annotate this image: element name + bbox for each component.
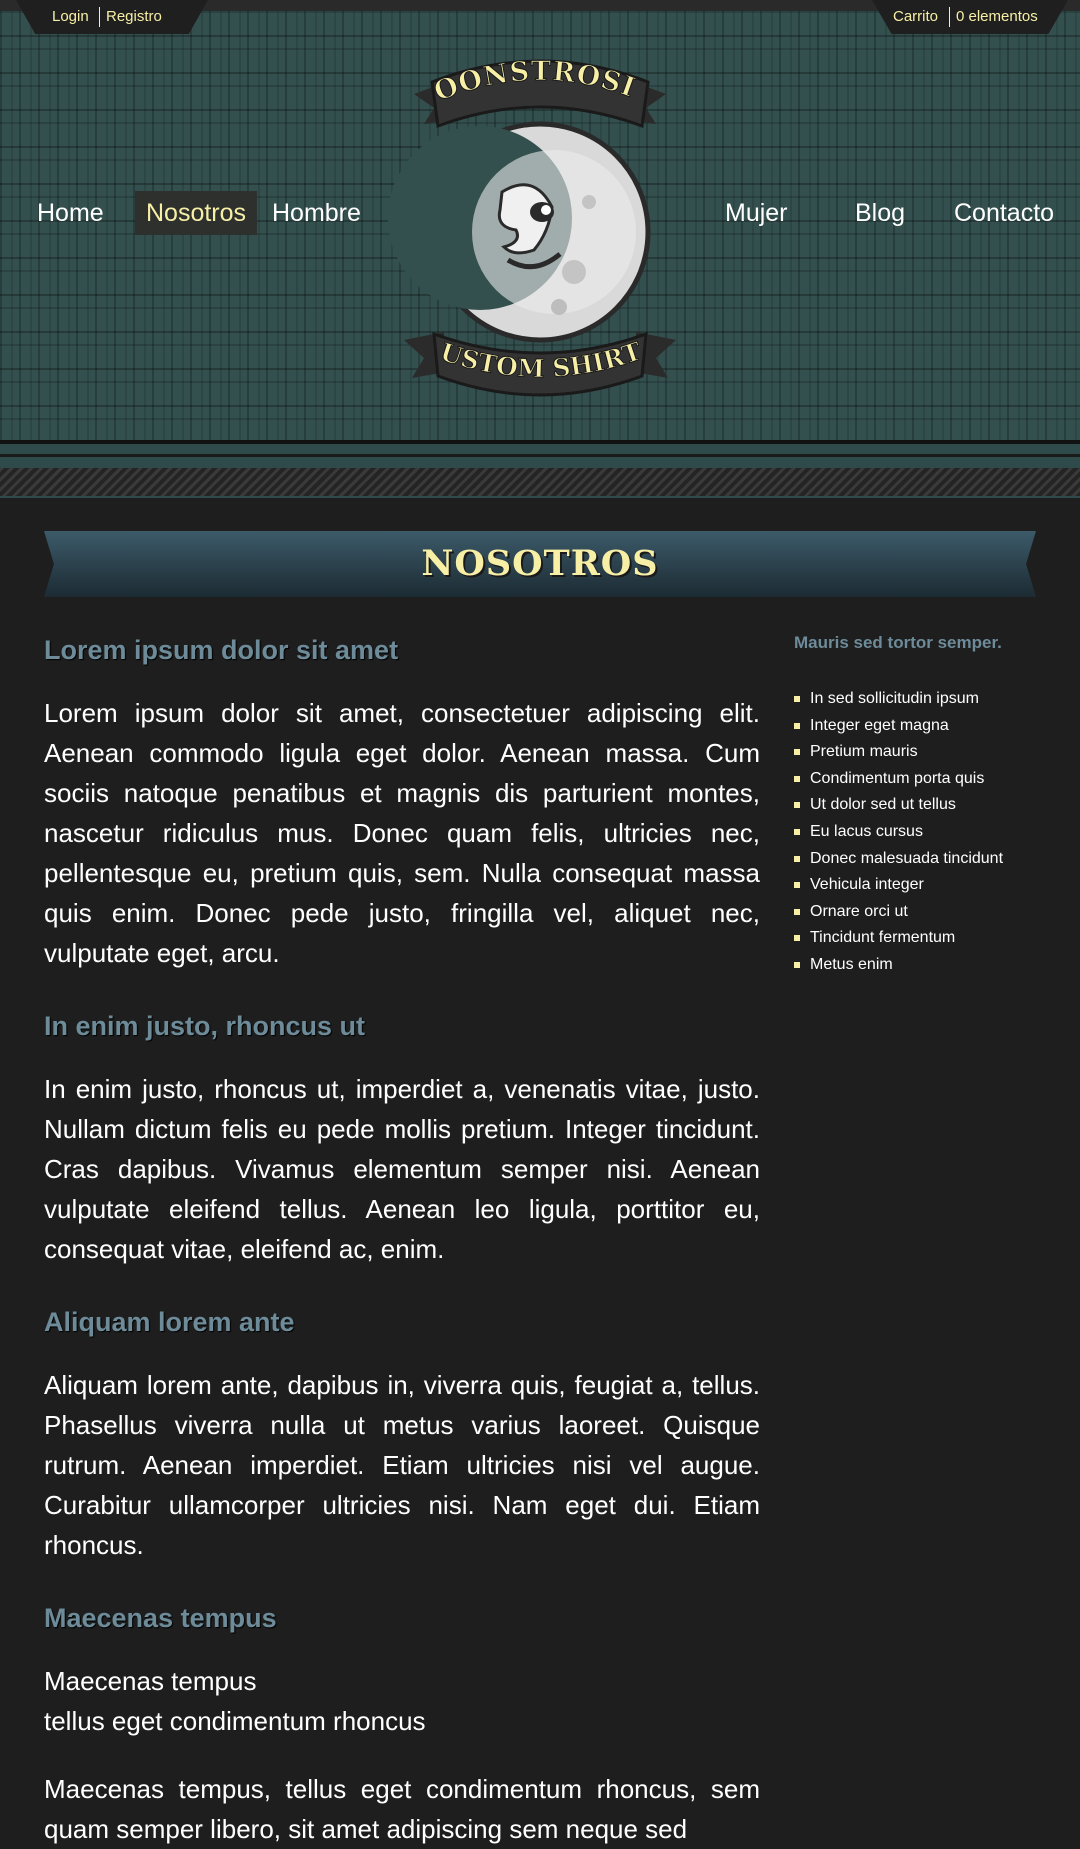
sidebar-list: In sed sollicitudin ipsum Integer eget m… [794,686,1054,979]
section-line: tellus eget condimentum rhoncus [44,1706,426,1736]
register-link[interactable]: Registro [106,8,162,25]
section-paragraph: In enim justo, rhoncus ut, imperdiet a, … [44,1074,760,1264]
sidebar-list-item: Donec malesuada tincidunt [794,846,1054,873]
sidebar: Mauris sed tortor semper. In sed sollici… [794,630,1054,979]
nav-contacto[interactable]: Contacto [954,191,1054,235]
section-line: Maecenas tempus [44,1666,257,1696]
sidebar-list-item: Tincidunt fermentum [794,925,1054,952]
sidebar-list-item: Condimentum porta quis [794,766,1054,793]
cart-separator [949,7,950,27]
nav-mujer[interactable]: Mujer [725,191,788,235]
sidebar-list-item: In sed sollicitudin ipsum [794,686,1054,713]
sidebar-list-item: Vehicula integer [794,872,1054,899]
page-title: NOSOTROS [421,543,659,584]
main-content: Lorem ipsum dolor sit amet Lorem ipsum d… [44,625,760,1849]
account-separator [99,7,100,27]
section-heading: In enim justo, rhoncus ut [44,1011,366,1041]
sidebar-list-item: Metus enim [794,952,1054,979]
section-heading: Lorem ipsum dolor sit amet [44,635,399,665]
site-header: Login Registro Carrito 0 elementos Home … [0,0,1080,444]
sidebar-list-item: Ornare orci ut [794,899,1054,926]
login-link[interactable]: Login [52,8,89,25]
moonstrosity-logo[interactable]: MOONSTROSITY CUSTOM SHIRTS [384,42,696,412]
section-paragraph: Maecenas tempus, tellus eget condimentum… [44,1774,760,1844]
cart-link[interactable]: Carrito [893,8,938,25]
nav-hombre[interactable]: Hombre [272,191,361,235]
nav-blog[interactable]: Blog [855,191,905,235]
diagonal-pattern-strip [0,468,1080,496]
sidebar-list-item: Pretium mauris [794,739,1054,766]
sidebar-title: Mauris sed tortor semper. [794,633,1002,652]
section-heading: Aliquam lorem ante [44,1307,295,1337]
nav-home[interactable]: Home [37,191,104,235]
cart-count-link[interactable]: 0 elementos [956,8,1038,25]
decorative-stripe-band [0,444,1080,498]
section-paragraph: Aliquam lorem ante, dapibus in, viverra … [44,1370,760,1560]
section-paragraph: Lorem ipsum dolor sit amet, consectetuer… [44,698,760,968]
stripe-line [0,454,1080,457]
nav-nosotros[interactable]: Nosotros [135,191,258,235]
section-heading: Maecenas tempus [44,1603,277,1633]
sidebar-list-item: Ut dolor sed ut tellus [794,792,1054,819]
sidebar-list-item: Integer eget magna [794,713,1054,740]
sidebar-list-item: Eu lacus cursus [794,819,1054,846]
